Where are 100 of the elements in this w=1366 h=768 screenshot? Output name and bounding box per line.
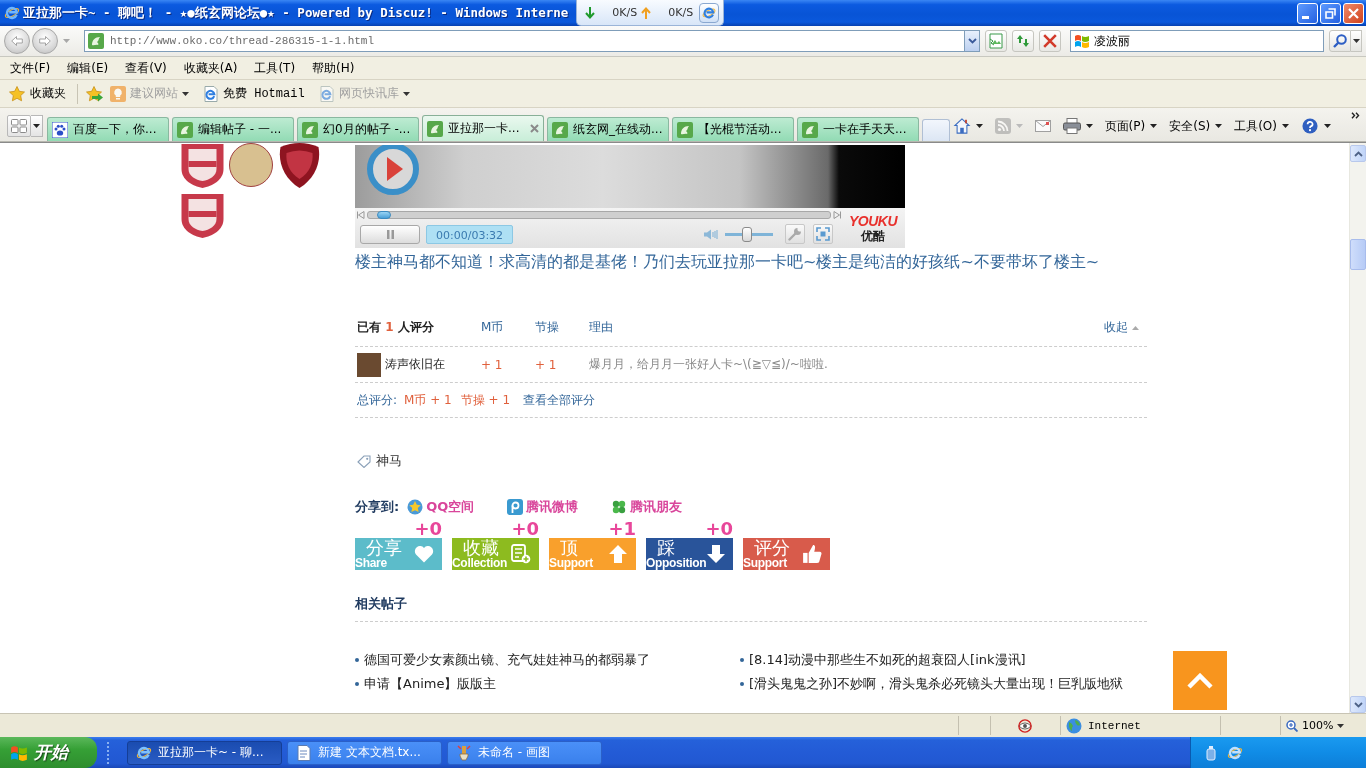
user-link[interactable]: 涛声依旧在 bbox=[385, 356, 445, 373]
back-button[interactable] bbox=[4, 28, 30, 54]
minimize-button[interactable] bbox=[1297, 2, 1318, 24]
heart-icon bbox=[414, 544, 434, 564]
caret-icon bbox=[33, 124, 40, 128]
browser-icon bbox=[4, 5, 20, 21]
restore-button[interactable] bbox=[1320, 2, 1341, 24]
step-forward-icon[interactable] bbox=[833, 211, 841, 219]
menu-item[interactable]: 查看(V) bbox=[118, 57, 174, 79]
mail-button[interactable] bbox=[1034, 118, 1051, 134]
back-arrow-icon bbox=[11, 36, 23, 46]
rate-button[interactable]: 评分 Support bbox=[743, 538, 830, 570]
thread-link[interactable]: [滑头鬼鬼之孙]不妙啊，滑头鬼杀必死镜头大量出现！巨乳版地狱 bbox=[749, 675, 1124, 693]
home-button[interactable] bbox=[952, 118, 983, 134]
thumbs-up-icon bbox=[802, 544, 822, 564]
browser-icon bbox=[136, 744, 152, 761]
pause-button[interactable] bbox=[360, 224, 420, 244]
portrait-placeholder bbox=[229, 143, 273, 187]
favorites-link[interactable]: 免费 Hotmail bbox=[203, 85, 305, 102]
collapse-link[interactable]: 收起 bbox=[1104, 319, 1139, 336]
tag-link[interactable]: 神马 bbox=[376, 452, 402, 470]
settings-button[interactable] bbox=[785, 224, 805, 244]
menu-item[interactable]: 工具(T) bbox=[247, 57, 303, 79]
help-button[interactable] bbox=[1301, 118, 1331, 134]
column-header: 节操 bbox=[535, 319, 560, 336]
command-menu[interactable]: 安全(S) bbox=[1169, 117, 1223, 135]
total-score: 节操 + 1 bbox=[460, 391, 511, 409]
back-to-top-button[interactable] bbox=[1173, 651, 1227, 710]
down-arrow-icon bbox=[585, 6, 596, 19]
refresh-button[interactable] bbox=[1012, 30, 1034, 52]
picture-icon bbox=[988, 33, 1004, 49]
menu-item[interactable]: 收藏夹(A) bbox=[176, 57, 245, 79]
zoom-button[interactable]: 100% bbox=[1280, 716, 1366, 735]
search-field[interactable]: 凌波丽 bbox=[1070, 30, 1324, 52]
site-icon bbox=[88, 33, 104, 49]
section-title: 相关帖子 bbox=[355, 596, 407, 611]
address-field[interactable]: http://www.oko.co/thread-286315-1-1.html bbox=[84, 30, 964, 52]
fullscreen-icon bbox=[816, 227, 830, 241]
forward-button[interactable] bbox=[32, 28, 58, 54]
scroll-up-button[interactable] bbox=[1350, 145, 1366, 162]
volume-thumb[interactable] bbox=[742, 226, 753, 242]
compatibility-button[interactable] bbox=[985, 30, 1007, 52]
more-commands-button[interactable] bbox=[1351, 112, 1360, 119]
browser-button[interactable] bbox=[699, 2, 720, 23]
address-dropdown-button[interactable] bbox=[964, 30, 980, 52]
scrollbar-thumb[interactable] bbox=[1350, 239, 1366, 270]
browser-tab[interactable]: 编辑帖子 - 一... bbox=[172, 117, 294, 141]
down-button[interactable]: 踩 Opposition bbox=[646, 538, 733, 570]
tab-list-button[interactable] bbox=[31, 115, 43, 137]
step-back-icon[interactable] bbox=[357, 211, 365, 219]
browser-tab[interactable]: 纸玄网_在线动... bbox=[547, 117, 669, 141]
close-icon[interactable] bbox=[530, 124, 539, 133]
favorites-button[interactable]: 收藏夹 bbox=[6, 83, 69, 104]
add-favorite-button[interactable] bbox=[86, 85, 104, 102]
command-menu[interactable]: 页面(P) bbox=[1104, 117, 1158, 135]
browser-tab[interactable]: 一卡在手天天... bbox=[797, 117, 919, 141]
square-logo-icon bbox=[507, 499, 524, 515]
search-options-button[interactable] bbox=[1351, 30, 1362, 52]
browser-tab[interactable]: 【光棍节活动... bbox=[672, 117, 794, 141]
scroll-down-button[interactable] bbox=[1350, 696, 1366, 713]
star-arrow-icon bbox=[86, 85, 104, 102]
browser-tab[interactable]: 幻0月的帖子 -... bbox=[297, 117, 419, 141]
menu-item[interactable]: 帮助(H) bbox=[305, 57, 362, 79]
stop-button[interactable] bbox=[1039, 30, 1061, 52]
print-button[interactable] bbox=[1062, 118, 1093, 134]
thread-link[interactable]: 德国可爱少女素颜出镜、充气娃娃神马的都弱暴了 bbox=[364, 651, 650, 669]
share-link[interactable]: QQ空间 bbox=[407, 498, 475, 516]
menu-item[interactable]: 编辑(E) bbox=[60, 57, 116, 79]
minimize-icon bbox=[1302, 15, 1309, 19]
view-all-ratings-link[interactable]: 查看全部评分 bbox=[523, 391, 596, 409]
thread-link[interactable]: [8.14]动漫中那些生不如死的超衰囧人[ink漫讯] bbox=[749, 651, 1026, 669]
restore-icon bbox=[1325, 7, 1336, 19]
progress-thumb[interactable] bbox=[376, 211, 391, 219]
share-link[interactable]: 腾讯朋友 bbox=[611, 498, 683, 516]
up-arrow-icon bbox=[608, 544, 628, 564]
site-icon bbox=[552, 121, 568, 138]
site-icon bbox=[802, 121, 818, 138]
caret-icon bbox=[967, 38, 977, 44]
share-link[interactable]: 腾讯微博 bbox=[507, 498, 579, 516]
thread-link[interactable]: 申请【Anime】版版主 bbox=[364, 675, 497, 693]
printer-icon bbox=[1062, 118, 1081, 134]
score-cell-text: + 1 bbox=[535, 357, 558, 372]
home-icon bbox=[952, 118, 971, 134]
browser-tab[interactable]: 亚拉那一卡... bbox=[422, 115, 544, 141]
list-plus-icon bbox=[511, 544, 531, 564]
reason-cell-text: 爆月月，给月月一张好人卡~\(≧▽≦)/~啦啦. bbox=[589, 356, 829, 373]
search-icon bbox=[1333, 34, 1347, 48]
star-icon bbox=[9, 85, 25, 102]
command-menu[interactable]: 工具(O) bbox=[1234, 117, 1289, 135]
vote-count: +0 bbox=[414, 519, 442, 538]
progress-track[interactable] bbox=[367, 211, 831, 219]
close-button[interactable] bbox=[1343, 2, 1364, 24]
fullscreen-button[interactable] bbox=[813, 224, 833, 244]
speaker-icon[interactable] bbox=[703, 228, 718, 240]
mail-icon bbox=[1034, 118, 1051, 134]
menu-item[interactable]: 文件(F) bbox=[3, 57, 58, 79]
browser-tab[interactable]: 百度一下，你... bbox=[47, 117, 169, 141]
search-button[interactable] bbox=[1329, 30, 1351, 52]
caret-icon bbox=[1353, 701, 1363, 708]
taskbar-button[interactable]: 亚拉那一卡~ - 聊... bbox=[127, 740, 282, 765]
